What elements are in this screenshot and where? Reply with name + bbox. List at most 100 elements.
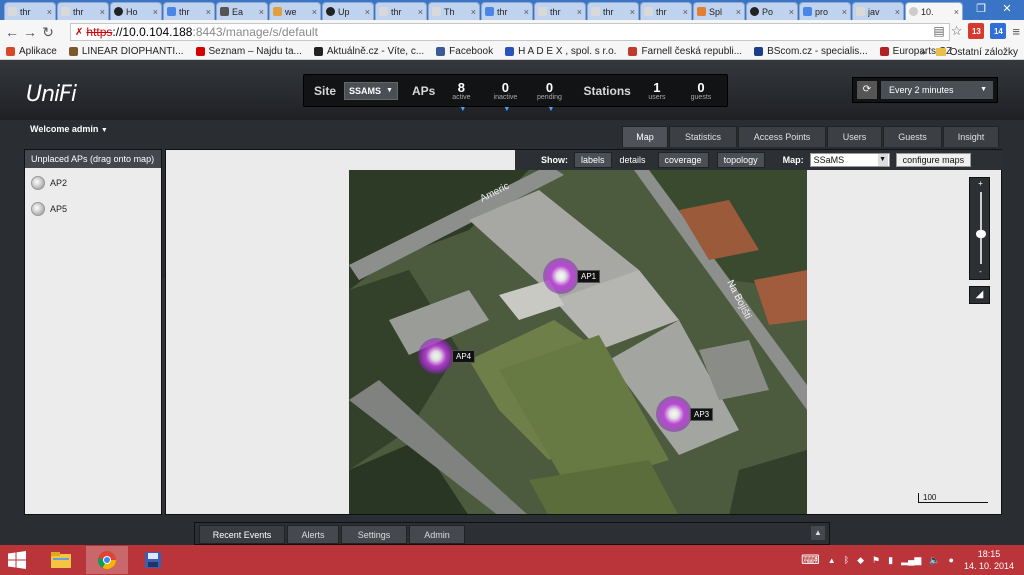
bookmark-item[interactable]: LINEAR DIOPHANTI...: [68, 46, 184, 57]
browser-tab[interactable]: thr ×: [587, 2, 639, 20]
clock[interactable]: 18:15 14. 10. 2014: [964, 548, 1014, 572]
zoom-in-icon[interactable]: +: [970, 179, 991, 188]
unplaced-ap-item[interactable]: AP5: [25, 196, 161, 222]
browser-tab[interactable]: thr ×: [57, 2, 109, 20]
bookmark-item[interactable]: Facebook: [436, 46, 493, 57]
page-icon[interactable]: ▤: [933, 24, 944, 38]
bookmark-item[interactable]: BScom.cz - specialis...: [754, 46, 868, 57]
configure-maps-button[interactable]: configure maps: [895, 153, 972, 167]
tab-settings[interactable]: Settings: [341, 525, 407, 544]
welcome-menu[interactable]: Welcome admin ▼: [30, 124, 108, 134]
tab-guests[interactable]: Guests: [883, 126, 942, 147]
details-toggle[interactable]: details: [620, 155, 646, 165]
browser-tab[interactable]: Po ×: [746, 2, 798, 20]
windows-start-icon[interactable]: [8, 551, 26, 569]
map-select[interactable]: SSaMS ▼: [809, 153, 890, 167]
bookmark-item[interactable]: Farnell česká republi...: [628, 46, 742, 57]
close-tab-icon[interactable]: ×: [524, 7, 529, 17]
ap-marker[interactable]: AP3: [656, 396, 714, 432]
close-tab-icon[interactable]: ×: [842, 7, 847, 17]
more-bookmarks-icon[interactable]: »: [920, 47, 926, 58]
forward-icon[interactable]: →: [22, 24, 38, 40]
browser-tab[interactable]: thr ×: [375, 2, 427, 20]
tab-statistics[interactable]: Statistics: [669, 126, 737, 147]
close-tab-icon[interactable]: ×: [789, 7, 794, 17]
battery-icon[interactable]: ▮: [888, 555, 893, 566]
address-bar[interactable]: ✗ https://10.0.104.188:8443/manage/s/def…: [70, 23, 950, 41]
bookmark-item[interactable]: Aplikace: [6, 46, 57, 57]
ap-marker[interactable]: AP4: [418, 338, 476, 374]
coverage-toggle[interactable]: coverage: [657, 152, 709, 168]
close-tab-icon[interactable]: ×: [100, 7, 105, 17]
browser-tab[interactable]: thr ×: [4, 2, 56, 20]
zoom-out-icon[interactable]: -: [970, 267, 991, 276]
tab-recent-events[interactable]: Recent Events: [199, 525, 285, 544]
bluetooth-icon[interactable]: ᛒ: [844, 555, 849, 565]
close-tab-icon[interactable]: ×: [206, 7, 211, 17]
aps-active-stat[interactable]: 8 active ▼: [443, 81, 479, 113]
close-tab-icon[interactable]: ×: [471, 7, 476, 17]
browser-tab[interactable]: Up ×: [322, 2, 374, 20]
zoom-track[interactable]: [980, 192, 982, 264]
notification-icon[interactable]: ●: [949, 555, 954, 565]
refresh-icon[interactable]: ⟳: [857, 81, 877, 99]
tab-admin[interactable]: Admin: [409, 525, 465, 544]
browser-tab[interactable]: Ho ×: [110, 2, 162, 20]
back-icon[interactable]: ←: [4, 24, 20, 40]
calendar-extension-icon[interactable]: 14: [990, 23, 1007, 39]
chevron-up-icon[interactable]: ▲: [811, 526, 825, 540]
stations-guests-stat[interactable]: 0 guests: [683, 81, 719, 101]
close-tab-icon[interactable]: ×: [630, 7, 635, 17]
map-canvas[interactable]: Americ Na Bojišti AP1 AP4 AP3: [165, 149, 1002, 515]
keyboard-icon[interactable]: ⌨: [801, 552, 820, 568]
gmail-extension-icon[interactable]: 13: [968, 23, 985, 39]
tab-insight[interactable]: Insight: [943, 126, 999, 147]
save-disk-icon[interactable]: [132, 546, 174, 574]
close-tab-icon[interactable]: ×: [312, 7, 317, 17]
minimize-button[interactable]: –: [946, 2, 968, 16]
browser-tab[interactable]: pro ×: [799, 2, 851, 20]
browser-tab[interactable]: thr ×: [481, 2, 533, 20]
browser-tab[interactable]: Spl ×: [693, 2, 745, 20]
browser-tab[interactable]: we ×: [269, 2, 321, 20]
close-tab-icon[interactable]: ×: [736, 7, 741, 17]
close-tab-icon[interactable]: ×: [153, 7, 158, 17]
close-tab-icon[interactable]: ×: [259, 7, 264, 17]
close-tab-icon[interactable]: ×: [418, 7, 423, 17]
browser-tab[interactable]: thr ×: [534, 2, 586, 20]
close-tab-icon[interactable]: ×: [895, 7, 900, 17]
aps-pending-stat[interactable]: 0 pending ▼: [531, 81, 567, 113]
wifi-icon[interactable]: ▂▄▆: [901, 555, 921, 566]
close-window-button[interactable]: ✕: [996, 2, 1018, 16]
file-explorer-icon[interactable]: [40, 546, 82, 574]
unplaced-ap-item[interactable]: AP2: [25, 170, 161, 196]
close-tab-icon[interactable]: ×: [683, 7, 688, 17]
ap-marker[interactable]: AP1: [543, 258, 601, 294]
measure-tool-icon[interactable]: ◢: [969, 286, 990, 304]
dropbox-icon[interactable]: ◆: [857, 555, 864, 566]
tab-access-points[interactable]: Access Points: [738, 126, 826, 147]
menu-icon[interactable]: ≡: [1012, 24, 1020, 39]
bookmark-item[interactable]: H A D E X , spol. s r.o.: [505, 46, 616, 57]
close-tab-icon[interactable]: ×: [47, 7, 52, 17]
bookmark-item[interactable]: Seznam – Najdu ta...: [195, 46, 302, 57]
topology-toggle[interactable]: topology: [716, 152, 765, 168]
tab-map[interactable]: Map: [622, 126, 668, 147]
browser-tab[interactable]: Th ×: [428, 2, 480, 20]
browser-tab[interactable]: jav ×: [852, 2, 904, 20]
volume-icon[interactable]: 🔈: [929, 555, 940, 566]
browser-tab[interactable]: Ea ×: [216, 2, 268, 20]
chevron-up-icon[interactable]: ▲: [828, 556, 836, 565]
tab-alerts[interactable]: Alerts: [287, 525, 339, 544]
refresh-interval-select[interactable]: Every 2 minutes ▼: [881, 81, 993, 99]
browser-tab[interactable]: thr ×: [640, 2, 692, 20]
zoom-slider-handle[interactable]: [976, 230, 986, 238]
tab-users[interactable]: Users: [827, 126, 882, 147]
browser-tab[interactable]: thr ×: [163, 2, 215, 20]
labels-toggle[interactable]: labels: [574, 152, 612, 168]
close-tab-icon[interactable]: ×: [577, 7, 582, 17]
bookmark-item[interactable]: Aktuálně.cz - Víte, c...: [313, 46, 424, 57]
aps-inactive-stat[interactable]: 0 inactive ▼: [487, 81, 523, 113]
bookmark-star-icon[interactable]: ☆: [951, 23, 963, 39]
other-bookmarks[interactable]: » Ostatní záložky: [920, 44, 1018, 60]
